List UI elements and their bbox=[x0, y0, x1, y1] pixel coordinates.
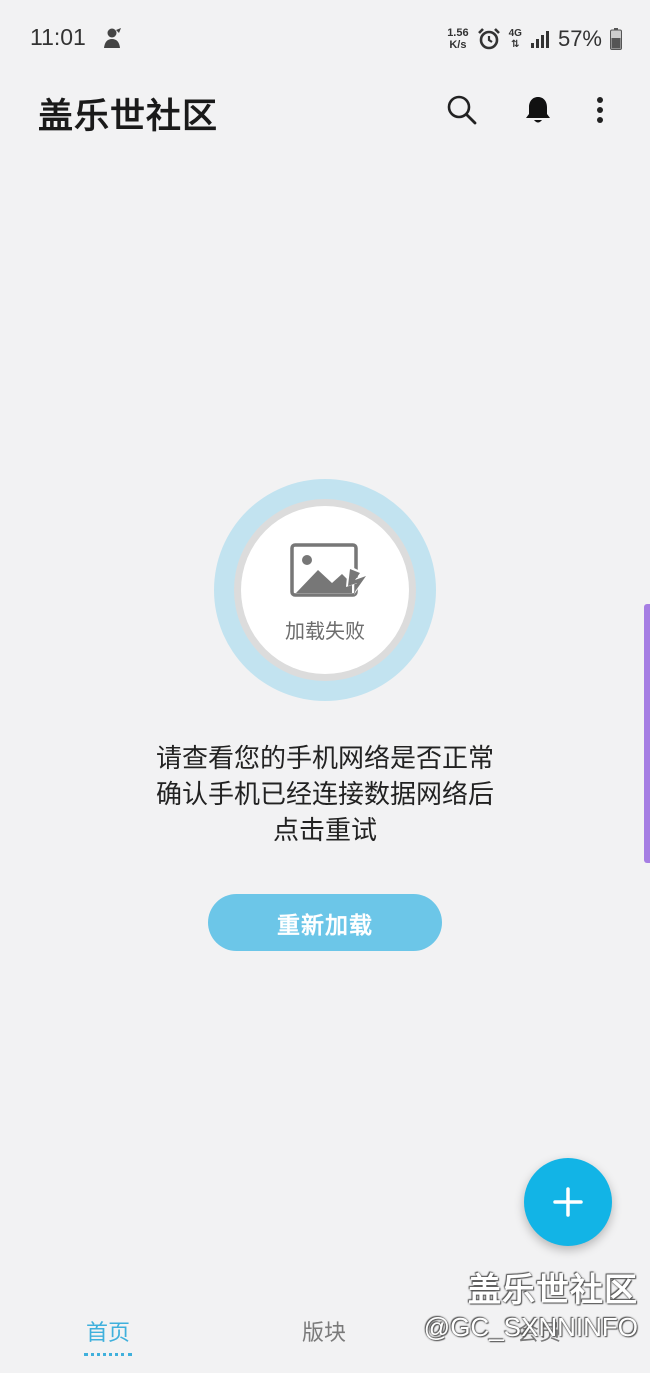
nav-active-indicator bbox=[84, 1353, 132, 1356]
broken-image-icon bbox=[290, 543, 368, 597]
data-arrows-icon: ⇅ bbox=[511, 39, 520, 50]
plus-icon bbox=[553, 1187, 583, 1217]
network-type: 4G ⇅ bbox=[509, 28, 522, 50]
error-message-line: 点击重试 bbox=[272, 816, 377, 846]
notifications-button[interactable] bbox=[516, 88, 560, 132]
more-options-button[interactable] bbox=[578, 88, 622, 132]
watermark-title: 盖乐世社区 bbox=[468, 1270, 638, 1309]
network-speed: 1.56 K/s bbox=[447, 27, 468, 51]
error-message-line: 确认手机已经连接数据网络后 bbox=[155, 780, 494, 810]
nav-item-home[interactable]: 首页 bbox=[86, 1315, 130, 1347]
alarm-icon bbox=[477, 28, 500, 50]
status-time: 11:01 bbox=[30, 24, 86, 50]
battery-icon bbox=[610, 28, 622, 50]
notification-app-icon bbox=[104, 28, 121, 48]
nav-item-boards[interactable]: 版块 bbox=[302, 1315, 346, 1347]
error-message-line: 请查看您的手机网络是否正常 bbox=[155, 744, 494, 774]
new-post-fab[interactable] bbox=[524, 1158, 612, 1246]
status-indicators: 1.56 K/s 4G ⇅ 57% bbox=[447, 24, 622, 54]
watermark: 盖乐世社区 @GC_SXNNINFO bbox=[424, 1270, 638, 1344]
more-vertical-icon bbox=[597, 97, 603, 123]
status-bar: 11:01 1.56 K/s 4G ⇅ 57% bbox=[0, 0, 650, 78]
edge-panel-handle[interactable] bbox=[644, 604, 650, 863]
network-speed-unit: K/s bbox=[449, 39, 467, 51]
network-type-label: 4G bbox=[508, 28, 522, 39]
reload-button[interactable]: 重新加载 bbox=[208, 894, 442, 951]
error-message: 请查看您的手机网络是否正常 确认手机已经连接数据网络后 点击重试 bbox=[75, 741, 575, 849]
watermark-handle: @GC_SXNNINFO bbox=[423, 1312, 638, 1342]
app-bar: 盖乐世社区 bbox=[0, 78, 650, 140]
signal-strength-icon bbox=[530, 31, 549, 48]
app-title: 盖乐世社区 bbox=[38, 97, 219, 137]
network-speed-value: 1.56 bbox=[447, 27, 469, 39]
search-button[interactable] bbox=[440, 88, 484, 132]
battery-percent: 57% bbox=[557, 26, 602, 51]
search-icon bbox=[447, 95, 477, 125]
load-failed-graphic: 加载失败 bbox=[214, 479, 436, 701]
load-failed-label: 加载失败 bbox=[285, 619, 365, 643]
bell-icon bbox=[526, 97, 550, 123]
